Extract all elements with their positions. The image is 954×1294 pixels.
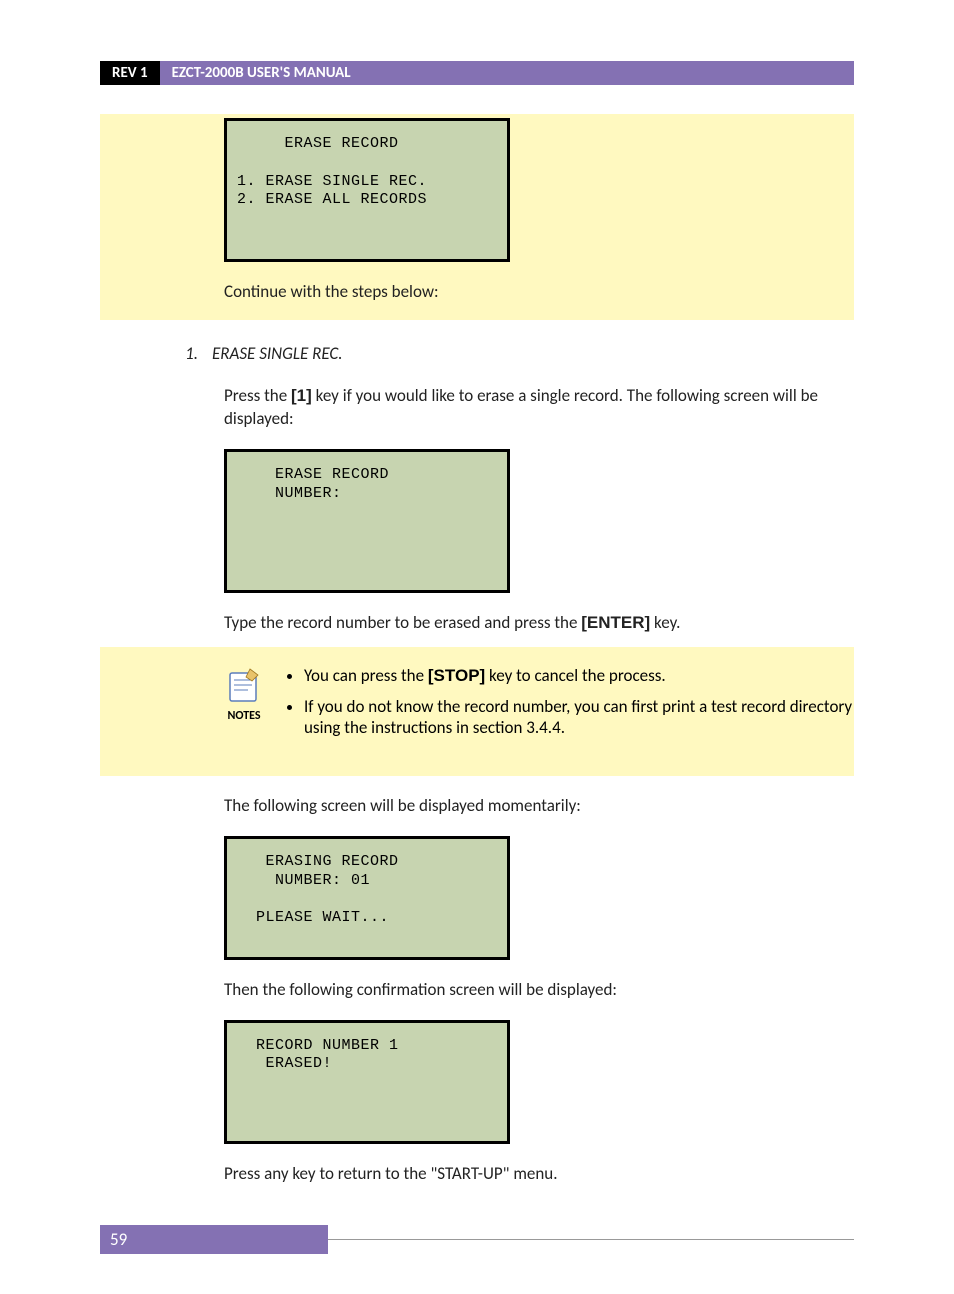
step-1-paragraph: Press the [1] key if you would like to e… xyxy=(224,384,854,432)
key-1: [1] xyxy=(291,386,312,405)
text-fragment: You can press the xyxy=(304,665,428,686)
revision-badge: REV 1 xyxy=(100,61,160,85)
lcd-line: ERASE RECORD xyxy=(237,466,389,483)
continue-text: Continue with the steps below: xyxy=(224,280,854,304)
text-fragment: Press the xyxy=(224,385,291,406)
notes-block: NOTES You can press the [STOP] key to ca… xyxy=(100,647,854,776)
intro-highlight-block: ERASE RECORD 1. ERASE SINGLE REC. 2. ERA… xyxy=(100,114,854,320)
notes-list: You can press the [STOP] key to cancel t… xyxy=(282,665,854,748)
lcd-erase-record-menu: ERASE RECORD 1. ERASE SINGLE REC. 2. ERA… xyxy=(224,118,510,262)
footer-rule xyxy=(328,1239,854,1240)
moment-text: The following screen will be displayed m… xyxy=(224,794,854,818)
notes-label: NOTES xyxy=(227,709,260,723)
notes-icon xyxy=(224,665,264,705)
lcd-line: PLEASE WAIT... xyxy=(237,909,389,926)
manual-title: EZCT-2000B USER'S MANUAL xyxy=(160,61,854,85)
page-header: REV 1 EZCT-2000B USER'S MANUAL xyxy=(100,60,854,86)
step-number: 1. xyxy=(178,342,198,366)
page-number: 59 xyxy=(100,1225,328,1254)
step-title: ERASE SINGLE REC. xyxy=(212,342,343,366)
text-fragment: key if you would like to erase a single … xyxy=(224,385,818,430)
lcd-erasing-record: ERASING RECORD NUMBER: 01 PLEASE WAIT... xyxy=(224,836,510,960)
lcd-line: ERASED! xyxy=(237,1055,332,1072)
notes-icon-column: NOTES xyxy=(224,665,264,723)
text-fragment: Type the record number to be erased and … xyxy=(224,612,581,633)
type-record-text: Type the record number to be erased and … xyxy=(224,611,854,635)
lcd-line: NUMBER: 01 xyxy=(237,872,370,889)
lcd-erase-record-number: ERASE RECORD NUMBER: xyxy=(224,449,510,593)
page-footer: 59 xyxy=(100,1225,854,1254)
manual-page: REV 1 EZCT-2000B USER'S MANUAL ERASE REC… xyxy=(0,0,954,1294)
lcd-line: 2. ERASE ALL RECORDS xyxy=(237,191,427,208)
press-any-key-text: Press any key to return to the "START-UP… xyxy=(224,1162,854,1186)
lcd-line: ERASING RECORD xyxy=(237,853,399,870)
lcd-line: NUMBER: xyxy=(237,485,342,502)
key-enter: [ENTER] xyxy=(581,613,650,632)
text-fragment: key. xyxy=(650,612,680,633)
lcd-line: RECORD NUMBER 1 xyxy=(237,1037,399,1054)
note-item: You can press the [STOP] key to cancel t… xyxy=(304,665,854,686)
lcd-line: ERASE RECORD xyxy=(237,135,399,152)
key-stop: [STOP] xyxy=(428,666,485,685)
lcd-line: 1. ERASE SINGLE REC. xyxy=(237,173,427,190)
text-fragment: key to cancel the process. xyxy=(485,665,665,686)
confirm-text: Then the following confirmation screen w… xyxy=(224,978,854,1002)
note-item: If you do not know the record number, yo… xyxy=(304,696,854,738)
step-1-heading: 1. ERASE SINGLE REC. xyxy=(178,342,854,366)
lcd-record-erased: RECORD NUMBER 1 ERASED! xyxy=(224,1020,510,1144)
